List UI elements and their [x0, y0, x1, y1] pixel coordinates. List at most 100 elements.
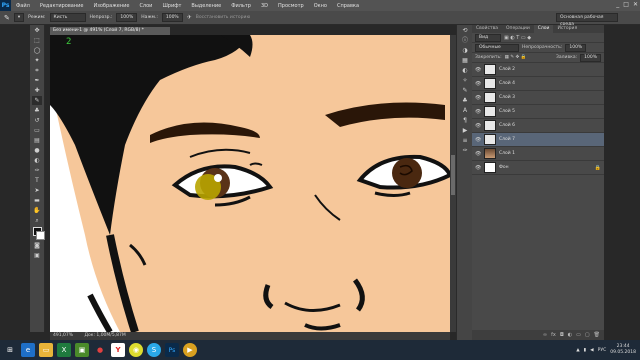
visibility-eye-icon[interactable]: 👁 [475, 67, 481, 73]
tool-preset-icon[interactable]: ✎ [4, 14, 10, 22]
brush-size-picker[interactable]: ▾ [13, 13, 25, 22]
hand-tool-icon[interactable]: ✋ [32, 206, 42, 215]
yandex-icon[interactable]: Y [111, 343, 125, 357]
move-tool-icon[interactable]: ✥ [32, 26, 42, 35]
visibility-eye-icon[interactable]: 👁 [475, 123, 481, 129]
zoom-tool-icon[interactable]: ⌕ [32, 216, 42, 225]
filter-icons[interactable]: ▣ ◐ T ▭ ◆ [504, 35, 531, 41]
lock-icons[interactable]: ▦ ✎ ✥ 🔒 [505, 55, 527, 60]
link-layers-icon[interactable]: ∞ [543, 332, 547, 338]
layer-name[interactable]: Слой 1 [499, 151, 515, 156]
layer-kind-select[interactable]: Вид [475, 33, 501, 42]
clone-source-panel-icon[interactable]: ♣ [459, 96, 471, 105]
app-icon[interactable]: ▣ [75, 343, 89, 357]
menu-item[interactable]: Шрифт [157, 3, 186, 9]
layer-name[interactable]: Фон [499, 165, 509, 170]
clone-stamp-tool-icon[interactable]: ♣ [32, 106, 42, 115]
quick-select-tool-icon[interactable]: ✦ [32, 56, 42, 65]
layer-name[interactable]: Слой 7 [499, 137, 515, 142]
layer-row[interactable]: 👁 Слой 7 [472, 133, 604, 147]
healing-tool-icon[interactable]: ✚ [32, 86, 42, 95]
swatches-panel-icon[interactable]: ▦ [459, 56, 471, 65]
eyedropper-tool-icon[interactable]: ✒ [32, 76, 42, 85]
tray-arrow-icon[interactable]: ▲ [576, 348, 579, 353]
layer-row[interactable]: 👁 Фон 🔒 [472, 161, 604, 175]
photoshop-taskbar-icon[interactable]: Ps [165, 343, 179, 357]
layer-row[interactable]: 👁 Слой 6 [472, 119, 604, 133]
menu-item[interactable]: Изображение [88, 3, 134, 9]
skype-icon[interactable]: S [147, 343, 161, 357]
add-mask-icon[interactable]: ◘ [560, 332, 564, 338]
network-icon[interactable]: ▮ [584, 348, 586, 353]
brush-tool-icon[interactable]: ✎ [32, 96, 42, 105]
visibility-eye-icon[interactable]: 👁 [475, 151, 481, 157]
crop-tool-icon[interactable]: ⌗ [32, 66, 42, 75]
quick-mask-icon[interactable]: ◙ [32, 241, 42, 250]
workspace-select[interactable]: Основная рабочая среда [556, 13, 618, 27]
tab-properties[interactable]: Свойства [472, 25, 502, 33]
tab-history[interactable]: История [553, 25, 581, 33]
minimize-button[interactable]: _ [616, 1, 619, 8]
layer-style-icon[interactable]: fx [551, 332, 556, 338]
layer-row[interactable]: 👁 Слой 5 [472, 105, 604, 119]
blur-tool-icon[interactable]: ● [32, 146, 42, 155]
pen-tool-icon[interactable]: ✑ [32, 166, 42, 175]
fill-input[interactable]: 100% [580, 53, 601, 62]
document-canvas[interactable]: 2 [50, 35, 450, 332]
flow-input[interactable]: 100% [161, 13, 183, 22]
adjustments-panel-icon[interactable]: ◐ [459, 66, 471, 75]
volume-icon[interactable]: ◀ [590, 348, 593, 353]
restore-history-checkbox[interactable]: Восстановить историю [196, 15, 251, 20]
history-panel-icon[interactable]: ⟲ [459, 26, 471, 35]
layer-row[interactable]: 👁 Слой 1 [472, 147, 604, 161]
lasso-tool-icon[interactable]: ◯ [32, 46, 42, 55]
visibility-eye-icon[interactable]: 👁 [475, 165, 481, 171]
clock[interactable]: 23:44 09.05.2018 [610, 344, 636, 356]
menu-item[interactable]: 3D [256, 3, 273, 9]
layer-name[interactable]: Слой 4 [499, 81, 515, 86]
delete-layer-icon[interactable]: 🗑 [594, 332, 600, 338]
paths-panel-icon[interactable]: ✑ [459, 146, 471, 155]
blend-mode-select[interactable]: Обычные [475, 43, 519, 52]
new-layer-icon[interactable]: ▢ [585, 332, 590, 338]
screen-mode-icon[interactable]: ▣ [32, 251, 42, 260]
close-button[interactable]: ✕ [633, 1, 638, 8]
paragraph-panel-icon[interactable]: ¶ [459, 116, 471, 125]
new-group-icon[interactable]: ▭ [576, 332, 581, 338]
styles-panel-icon[interactable]: ✧ [459, 76, 471, 85]
explorer-icon[interactable]: ▭ [39, 343, 53, 357]
path-select-tool-icon[interactable]: ➤ [32, 186, 42, 195]
visibility-eye-icon[interactable]: 👁 [475, 109, 481, 115]
shape-tool-icon[interactable]: ▬ [32, 196, 42, 205]
chrome-icon[interactable]: ◉ [129, 343, 143, 357]
visibility-eye-icon[interactable]: 👁 [475, 137, 481, 143]
menu-item[interactable]: Просмотр [273, 3, 309, 9]
tab-layers[interactable]: Слои [533, 25, 554, 33]
actions-panel-icon[interactable]: ▶ [459, 126, 471, 135]
layer-name[interactable]: Слой 2 [499, 67, 515, 72]
menu-item[interactable]: Слои [134, 3, 157, 9]
visibility-eye-icon[interactable]: 👁 [475, 95, 481, 101]
scrollbar-thumb[interactable] [451, 155, 455, 195]
color-swatches-icon[interactable] [32, 226, 45, 240]
menu-item[interactable]: Редактирование [35, 3, 89, 9]
adjustment-layer-icon[interactable]: ◐ [568, 332, 572, 338]
tab-actions[interactable]: Операции [502, 25, 534, 33]
menu-item[interactable]: Справка [332, 3, 364, 9]
character-panel-icon[interactable]: A [459, 106, 471, 115]
menu-item[interactable]: Окно [309, 3, 332, 9]
start-button-icon[interactable]: ⊞ [3, 343, 17, 357]
zoom-level[interactable]: 491,07% [53, 333, 73, 338]
layer-row[interactable]: 👁 Слой 3 [472, 91, 604, 105]
channels-panel-icon[interactable]: ≡ [459, 136, 471, 145]
maximize-button[interactable]: □ [623, 1, 629, 8]
microphone-icon[interactable]: ● [93, 343, 107, 357]
layer-name[interactable]: Слой 6 [499, 123, 515, 128]
layer-name[interactable]: Слой 5 [499, 109, 515, 114]
history-brush-tool-icon[interactable]: ↺ [32, 116, 42, 125]
media-player-icon[interactable]: ▶ [183, 343, 197, 357]
layer-name[interactable]: Слой 3 [499, 95, 515, 100]
opacity-input[interactable]: 100% [116, 13, 138, 22]
mode-select[interactable]: Кисть [49, 13, 86, 22]
layer-row[interactable]: 👁 Слой 2 [472, 63, 604, 77]
